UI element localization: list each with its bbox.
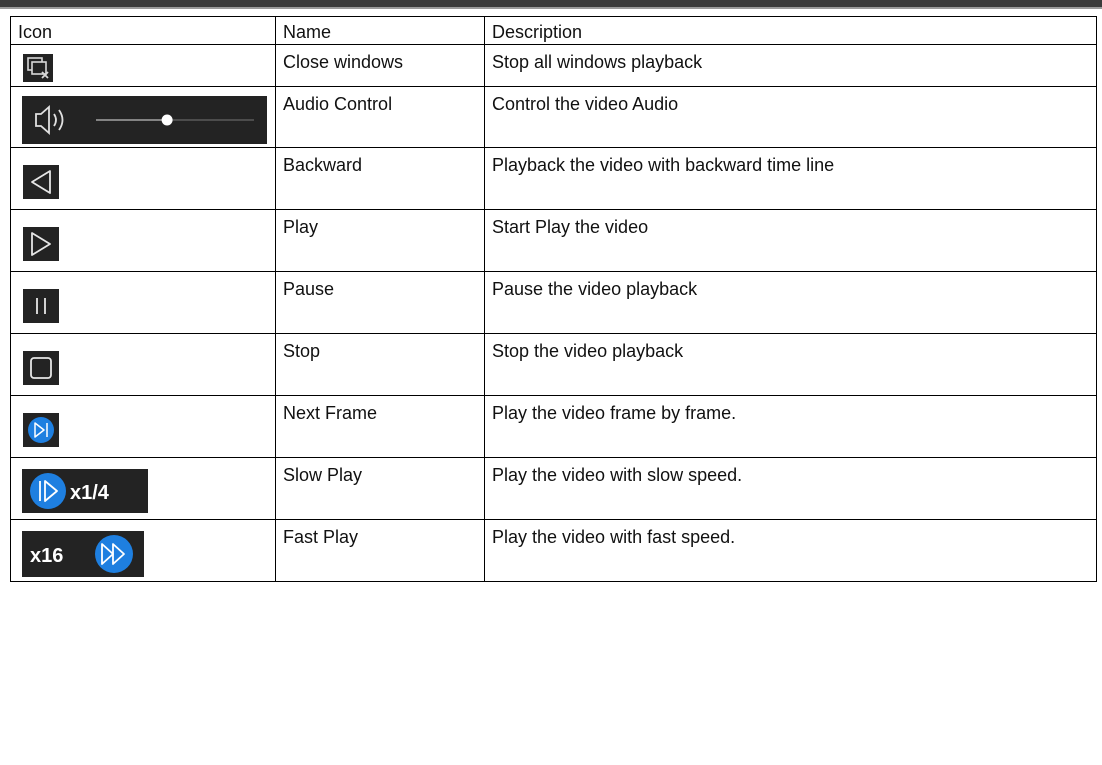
- icon-reference-table: Icon Name Description Close windows Stop…: [10, 16, 1097, 582]
- icon-cell: [10, 44, 276, 87]
- row-description: Play the video frame by frame.: [484, 395, 1097, 458]
- backward-icon: [23, 165, 59, 199]
- table-row: Close windows Stop all windows playback: [10, 44, 1097, 87]
- row-description: Start Play the video: [484, 209, 1097, 272]
- row-description: Playback the video with backward time li…: [484, 147, 1097, 210]
- header-icon: Icon: [10, 16, 276, 45]
- row-description: Stop all windows playback: [484, 44, 1097, 87]
- slow-play-icon: x1/4: [22, 469, 148, 513]
- row-name: Pause: [275, 271, 485, 334]
- row-name: Slow Play: [275, 457, 485, 520]
- icon-cell: [10, 271, 276, 334]
- audio-control-icon: [22, 96, 267, 144]
- play-icon: [23, 227, 59, 261]
- header-description: Description: [484, 16, 1097, 45]
- table-row: Backward Playback the video with backwar…: [10, 147, 1097, 210]
- volume-slider-knob: [161, 114, 173, 126]
- icon-cell: [10, 395, 276, 458]
- icon-cell: x1/4: [10, 457, 276, 520]
- icon-cell: [10, 86, 276, 148]
- table-row: x1/4 Slow Play Play the video with slow …: [10, 457, 1097, 520]
- row-name: Stop: [275, 333, 485, 396]
- table-row: Pause Pause the video playback: [10, 271, 1097, 334]
- icon-cell: [10, 333, 276, 396]
- row-name: Audio Control: [275, 86, 485, 148]
- table-header-row: Icon Name Description: [10, 16, 1097, 45]
- header-name: Name: [275, 16, 485, 45]
- slow-speed-label: x1/4: [70, 482, 110, 504]
- icon-cell: [10, 209, 276, 272]
- table-row: x16 Fast Play Play the video with fast s…: [10, 519, 1097, 582]
- close-windows-icon: [23, 54, 53, 82]
- next-frame-icon: [23, 413, 59, 447]
- icon-cell: [10, 147, 276, 210]
- row-name: Next Frame: [275, 395, 485, 458]
- table-row: Stop Stop the video playback: [10, 333, 1097, 396]
- top-rule: [0, 0, 1102, 9]
- row-name: Play: [275, 209, 485, 272]
- row-description: Control the video Audio: [484, 86, 1097, 148]
- stop-icon: [23, 351, 59, 385]
- row-description: Pause the video playback: [484, 271, 1097, 334]
- icon-cell: x16: [10, 519, 276, 582]
- row-description: Play the video with slow speed.: [484, 457, 1097, 520]
- table-row: Play Start Play the video: [10, 209, 1097, 272]
- table-row: Audio Control Control the video Audio: [10, 86, 1097, 148]
- table-row: Next Frame Play the video frame by frame…: [10, 395, 1097, 458]
- pause-icon: [23, 289, 59, 323]
- row-name: Close windows: [275, 44, 485, 87]
- row-description: Stop the video playback: [484, 333, 1097, 396]
- row-name: Backward: [275, 147, 485, 210]
- fast-speed-label: x16: [30, 545, 63, 567]
- row-description: Play the video with fast speed.: [484, 519, 1097, 582]
- fast-play-icon: x16: [22, 531, 144, 577]
- row-name: Fast Play: [275, 519, 485, 582]
